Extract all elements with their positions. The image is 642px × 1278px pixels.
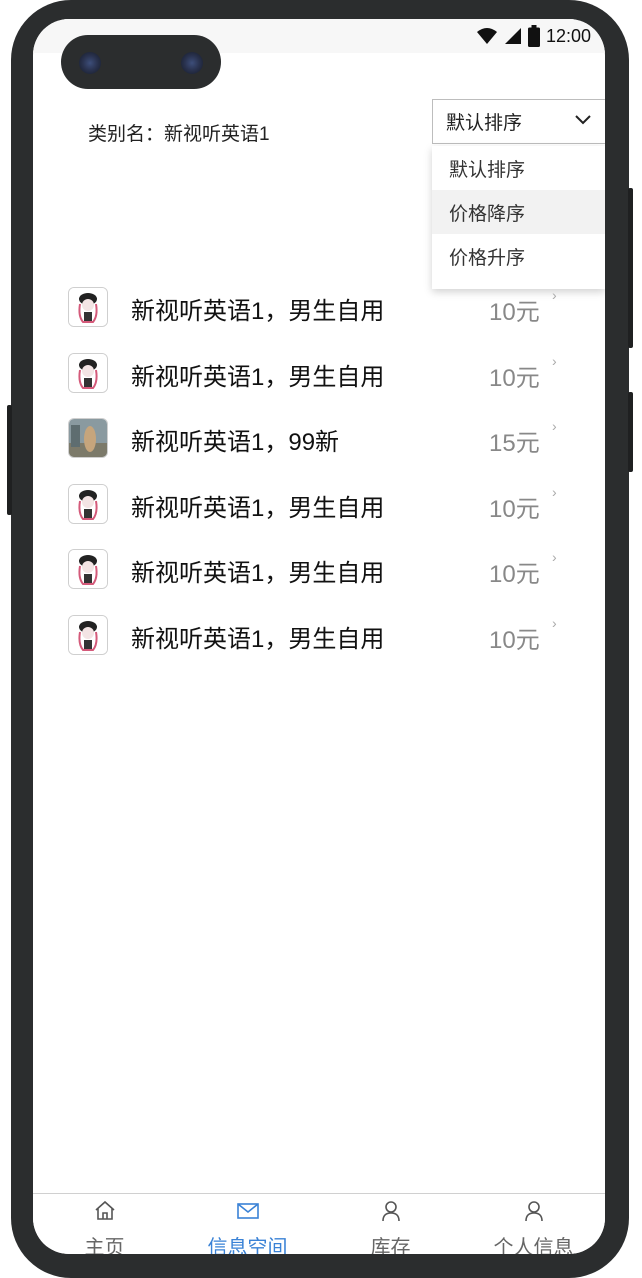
item-title: 新视听英语1，男生自用 (131, 363, 385, 391)
item-price: 10元 (489, 561, 540, 588)
tab-home[interactable]: 主页 (33, 1194, 176, 1254)
item-list: 新视听英语1，男生自用 10元 › 新视听英语1，男生自用 10元 › 新视听英… (33, 277, 605, 670)
sort-dropdown-menu: 默认排序 价格降序 价格升序 (432, 146, 605, 289)
anime-girl-thumbnail (68, 483, 108, 524)
screen: 12:00 类别名：新视听英语1 默认排序 默认排序 价格降序 价格升序 新视听… (33, 19, 605, 1254)
side-button (628, 392, 633, 472)
camera-lens-icon (181, 52, 203, 74)
mail-icon (236, 1203, 259, 1219)
sort-option-default[interactable]: 默认排序 (432, 146, 605, 190)
item-price: 10元 (489, 495, 540, 523)
tab-label: 个人信息 (493, 1237, 574, 1254)
tab-label: 库存 (370, 1237, 411, 1254)
home-icon (94, 1200, 115, 1220)
status-time: 12:00 (545, 25, 591, 46)
tab-info-space[interactable]: 信息空间 (176, 1194, 319, 1254)
item-price: 10元 (489, 299, 540, 326)
chevron-right-icon: › (552, 483, 557, 500)
chevron-right-icon: › (552, 614, 557, 631)
anime-girl-thumbnail (68, 352, 108, 393)
tab-label: 信息空间 (207, 1237, 288, 1254)
signal-icon (504, 28, 521, 44)
chevron-right-icon: › (552, 287, 557, 303)
wifi-icon (476, 28, 497, 44)
tab-profile[interactable]: 个人信息 (462, 1194, 605, 1254)
item-price: 10元 (489, 364, 540, 392)
volume-button (7, 405, 12, 515)
bottom-tab-bar: 主页 信息空间 库存 个人信息 (33, 1193, 605, 1254)
list-item[interactable]: 新视听英语1，男生自用 10元 › (33, 605, 605, 671)
anime-girl-thumbnail (68, 287, 108, 327)
list-item[interactable]: 新视听英语1，99新 15元 › (33, 408, 605, 474)
tab-inventory[interactable]: 库存 (319, 1194, 462, 1254)
list-item[interactable]: 新视听英语1，男生自用 10元 › (33, 539, 605, 605)
sort-option-price-desc[interactable]: 价格降序 (432, 190, 605, 234)
item-title: 新视听英语1，男生自用 (131, 560, 385, 587)
sort-selected-value: 默认排序 (446, 113, 523, 134)
anime-girl-thumbnail (68, 614, 108, 655)
item-title: 新视听英语1，男生自用 (131, 625, 385, 653)
item-title: 新视听英语1，99新 (131, 429, 340, 456)
sort-select[interactable]: 默认排序 (432, 99, 605, 144)
list-item[interactable]: 新视听英语1，男生自用 10元 › (33, 277, 605, 343)
power-button (628, 188, 633, 348)
tab-label: 主页 (84, 1237, 125, 1254)
item-title: 新视听英语1，男生自用 (131, 494, 385, 522)
item-price: 10元 (489, 626, 540, 654)
chevron-right-icon: › (552, 549, 557, 565)
chevron-down-icon (575, 115, 591, 125)
chevron-right-icon: › (552, 352, 557, 369)
category-label: 类别名：新视听英语1 (88, 124, 270, 145)
camera-cutout (61, 35, 221, 89)
sort-option-price-asc[interactable]: 价格升序 (432, 234, 605, 278)
item-price: 15元 (489, 430, 540, 457)
list-item[interactable]: 新视听英语1，男生自用 10元 › (33, 474, 605, 540)
person-icon (524, 1201, 543, 1222)
anime-girl-thumbnail (68, 549, 108, 589)
camera-lens-icon (79, 52, 101, 74)
list-item[interactable]: 新视听英语1，男生自用 10元 › (33, 343, 605, 409)
person-icon (381, 1201, 400, 1222)
item-title: 新视听英语1，男生自用 (131, 298, 385, 325)
battery-icon (527, 25, 540, 47)
chevron-right-icon: › (552, 418, 557, 434)
photo-thumbnail (68, 418, 108, 458)
